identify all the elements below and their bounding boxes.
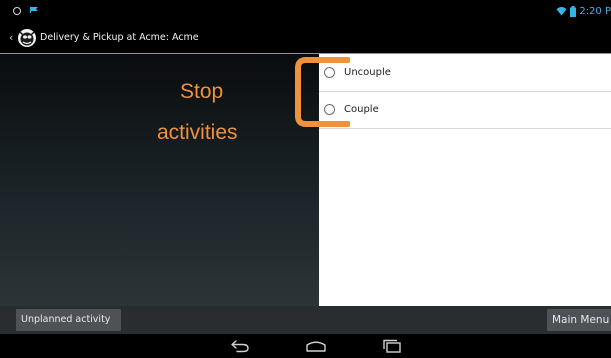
bottom-action-bar: Unplanned activity Main Menu xyxy=(0,306,611,334)
up-caret-icon[interactable]: ‹ xyxy=(9,31,13,45)
stop-activities-list: Uncouple Couple xyxy=(319,54,611,306)
annotation-label-line1: Stop xyxy=(180,80,224,103)
status-right-cluster: 2:20 P xyxy=(556,3,611,19)
flag-icon xyxy=(30,7,38,13)
annotation-bracket-icon xyxy=(295,57,350,127)
left-panel xyxy=(0,54,319,306)
android-screen: 2:20 P ‹ Delivery & Pickup at Acme: Acme… xyxy=(0,0,611,358)
home-icon[interactable] xyxy=(305,339,327,353)
status-bar: 2:20 P xyxy=(0,0,611,22)
action-bar: ‹ Delivery & Pickup at Acme: Acme xyxy=(0,22,611,54)
annotation-label-line2: activities xyxy=(157,121,238,144)
wifi-icon xyxy=(556,7,567,16)
main-menu-button[interactable]: Main Menu xyxy=(547,309,611,331)
unplanned-activity-button[interactable]: Unplanned activity xyxy=(16,309,121,331)
radio-item-uncouple[interactable]: Uncouple xyxy=(319,55,611,92)
recent-apps-icon[interactable] xyxy=(381,339,403,353)
radio-item-couple[interactable]: Couple xyxy=(319,92,611,129)
clock-text: 2:20 P xyxy=(579,5,611,17)
system-navigation-bar xyxy=(0,334,611,358)
battery-icon xyxy=(570,5,577,17)
notification-ring-icon xyxy=(13,7,21,15)
screen-title: Delivery & Pickup at Acme: Acme xyxy=(40,32,199,43)
app-logo-icon[interactable] xyxy=(17,28,37,48)
back-icon[interactable] xyxy=(229,339,251,353)
radio-label: Uncouple xyxy=(344,67,391,78)
